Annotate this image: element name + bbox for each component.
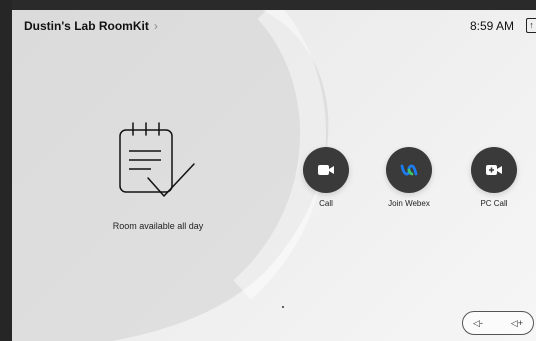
home-screen: Dustin's Lab RoomKit › 8:59 AM ↑ Room av…	[12, 10, 536, 341]
call-button[interactable]: Call	[286, 147, 366, 208]
video-add-icon	[486, 165, 502, 175]
bezel	[0, 0, 12, 341]
volume-down-button[interactable]: ◁-	[473, 318, 483, 329]
join-webex-label: Join Webex	[388, 199, 430, 208]
pc-call-label: PC Call	[480, 199, 508, 208]
room-availability-text: Room available all day	[112, 221, 204, 231]
join-webex-button-circle[interactable]	[386, 147, 432, 193]
share-status-icon[interactable]: ↑	[526, 18, 536, 33]
volume-control[interactable]: ◁- ◁+	[462, 311, 534, 335]
pc-call-button-circle[interactable]	[471, 147, 517, 193]
room-name-button[interactable]: Dustin's Lab RoomKit ›	[24, 19, 158, 33]
page-indicator-dot	[282, 306, 284, 308]
chevron-right-icon: ›	[153, 19, 158, 33]
room-name: Dustin's Lab RoomKit	[24, 19, 149, 33]
call-button-circle[interactable]	[303, 147, 349, 193]
calendar-check-icon	[119, 122, 195, 197]
clock: 8:59 AM	[469, 19, 514, 33]
pc-call-button[interactable]: PC Call	[454, 147, 534, 208]
video-camera-icon	[318, 165, 334, 175]
call-label: Call	[319, 199, 333, 208]
volume-up-button[interactable]: ◁+	[511, 318, 523, 329]
join-webex-button[interactable]: Join Webex	[369, 147, 449, 208]
webex-logo-icon	[400, 164, 418, 176]
